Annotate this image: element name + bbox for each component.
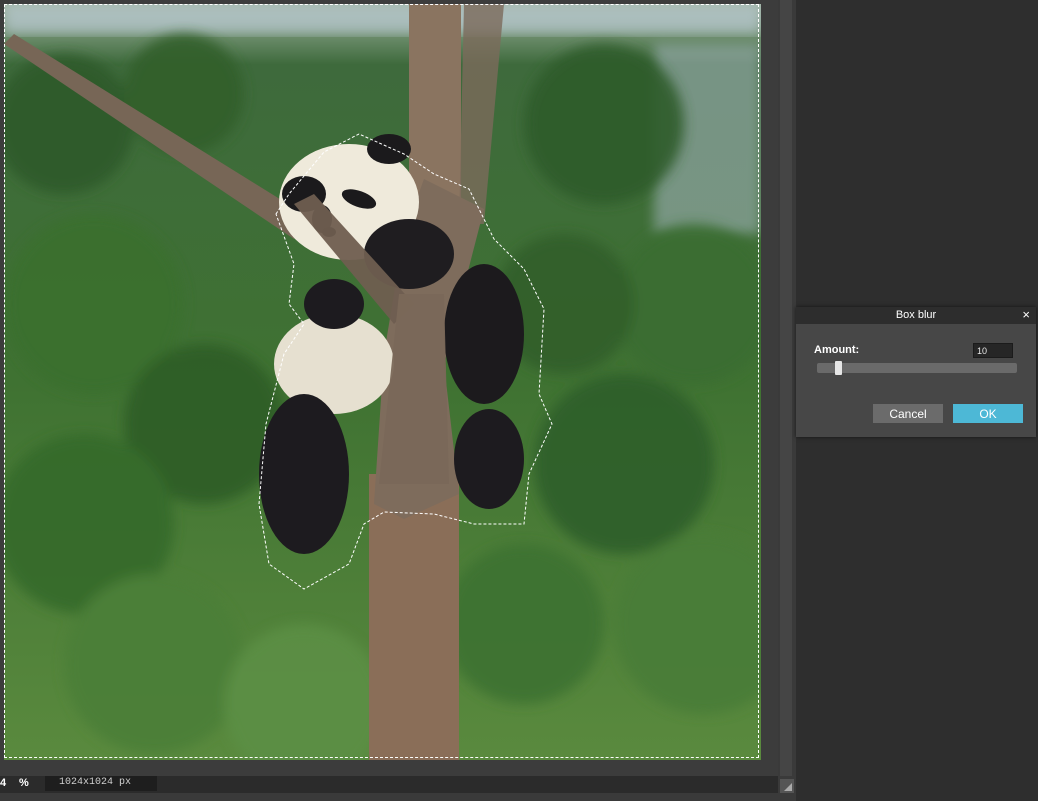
bottom-strip xyxy=(0,793,796,801)
amount-label: Amount: xyxy=(814,344,860,356)
vertical-scrollbar[interactable] xyxy=(778,0,796,795)
scrollbar-track[interactable] xyxy=(780,0,792,776)
status-bar: 4 % 1024x1024 px xyxy=(0,776,778,793)
zoom-unit: % xyxy=(19,777,29,789)
ok-button[interactable]: OK xyxy=(953,404,1023,423)
cancel-button[interactable]: Cancel xyxy=(873,404,943,423)
document-size: 1024x1024 px xyxy=(59,777,132,788)
resize-grip-icon[interactable] xyxy=(780,779,794,793)
box-blur-dialog: Box blur × Amount: Cancel OK xyxy=(796,307,1036,437)
zoom-value[interactable]: 4 xyxy=(0,777,6,789)
document-size-box: 1024x1024 px xyxy=(45,776,157,791)
panda-photo[interactable] xyxy=(4,4,761,760)
panda-photo-artwork xyxy=(4,4,761,760)
canvas-area[interactable] xyxy=(0,0,778,776)
amount-input[interactable] xyxy=(973,343,1013,358)
dialog-title: Box blur xyxy=(895,309,937,321)
amount-slider-thumb[interactable] xyxy=(835,361,842,375)
amount-slider[interactable] xyxy=(817,361,1017,375)
close-icon[interactable]: × xyxy=(1022,308,1030,322)
dialog-titlebar[interactable]: Box blur × xyxy=(796,307,1036,324)
